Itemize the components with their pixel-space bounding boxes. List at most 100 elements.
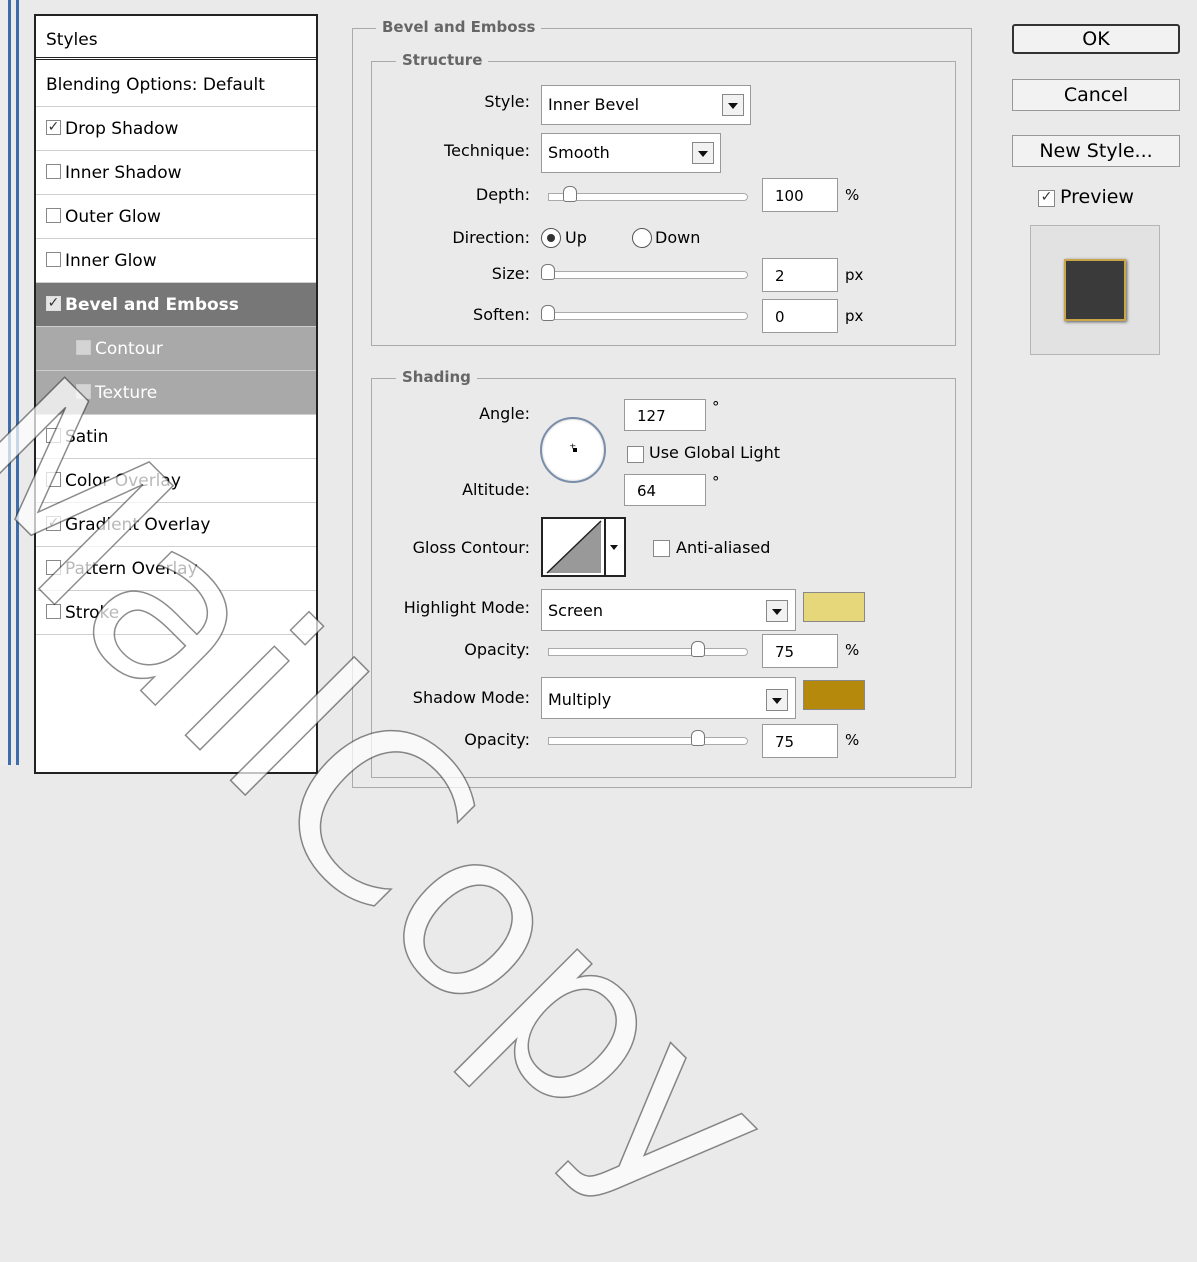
highlight-mode-label: Highlight Mode:: [403, 598, 530, 617]
angle-label: Angle:: [479, 404, 530, 423]
highlight-opacity-slider[interactable]: [548, 648, 748, 656]
style-item-color-overlay[interactable]: Color Overlay: [36, 459, 316, 503]
soften-label: Soften:: [473, 305, 530, 324]
style-preview-thumbnail: [1030, 225, 1160, 355]
style-item-label: Contour: [95, 339, 163, 359]
preview-checkbox[interactable]: ✓: [1038, 190, 1055, 207]
technique-label: Technique:: [444, 141, 530, 160]
highlight-mode-value: Screen: [548, 601, 604, 620]
style-item-drop-shadow[interactable]: ✓ Drop Shadow: [36, 107, 316, 151]
depth-slider-thumb[interactable]: [563, 186, 577, 202]
angle-unit: °: [712, 398, 720, 416]
style-label: Style:: [484, 92, 530, 111]
bevel-and-emboss-checkbox[interactable]: ✓: [46, 295, 61, 311]
window-edge-accent: [16, 0, 19, 765]
gradient-overlay-checkbox[interactable]: ✓: [46, 515, 61, 531]
altitude-label: Altitude:: [462, 480, 530, 499]
highlight-opacity-thumb[interactable]: [691, 641, 705, 657]
gloss-contour-picker[interactable]: [541, 517, 626, 577]
altitude-input[interactable]: 64: [624, 474, 706, 506]
depth-input[interactable]: 100: [762, 178, 838, 212]
direction-up-radio[interactable]: [541, 228, 561, 248]
depth-slider[interactable]: [548, 193, 748, 201]
cancel-button[interactable]: Cancel: [1012, 79, 1180, 111]
style-item-label: Outer Glow: [65, 207, 161, 227]
blending-options-label: Blending Options: Default: [46, 75, 265, 95]
highlight-opacity-input[interactable]: 75: [762, 634, 838, 668]
anti-aliased-checkbox[interactable]: [653, 540, 670, 557]
style-item-pattern-overlay[interactable]: Pattern Overlay: [36, 547, 316, 591]
soften-input[interactable]: 0: [762, 299, 838, 333]
size-slider[interactable]: [548, 271, 748, 279]
style-item-inner-glow[interactable]: Inner Glow: [36, 239, 316, 283]
styles-header[interactable]: Styles: [36, 16, 316, 60]
bevel-emboss-title: Bevel and Emboss: [376, 18, 542, 36]
shadow-opacity-unit: %: [845, 731, 860, 749]
use-global-light-label: Use Global Light: [649, 443, 781, 462]
contour-checkbox[interactable]: [76, 339, 91, 355]
satin-checkbox[interactable]: [46, 427, 61, 443]
blending-options-item[interactable]: Blending Options: Default: [36, 63, 316, 107]
angle-dial[interactable]: ⁺: [540, 417, 606, 483]
chevron-down-icon: [722, 94, 744, 116]
soften-unit: px: [845, 307, 864, 325]
soften-slider-thumb[interactable]: [541, 305, 555, 321]
highlight-mode-select[interactable]: Screen: [541, 589, 796, 631]
shadow-opacity-input[interactable]: 75: [762, 724, 838, 758]
style-item-label: Drop Shadow: [65, 119, 179, 139]
contour-preview-icon: [546, 519, 618, 575]
style-item-label: Pattern Overlay: [65, 559, 198, 579]
style-item-label: Bevel and Emboss: [65, 295, 239, 315]
pattern-overlay-checkbox[interactable]: [46, 559, 61, 575]
soften-slider[interactable]: [548, 312, 748, 320]
direction-up-label: Up: [565, 228, 587, 247]
new-style-button[interactable]: New Style...: [1012, 135, 1180, 167]
style-item-gradient-overlay[interactable]: ✓ Gradient Overlay: [36, 503, 316, 547]
direction-down-radio[interactable]: [632, 228, 652, 248]
chevron-down-icon: [766, 600, 788, 622]
style-item-label: Satin: [65, 427, 109, 447]
color-overlay-checkbox[interactable]: [46, 471, 61, 487]
style-item-contour[interactable]: Contour: [36, 327, 316, 371]
style-item-label: Color Overlay: [65, 471, 181, 491]
size-input[interactable]: 2: [762, 258, 838, 292]
size-unit: px: [845, 266, 864, 284]
chevron-down-icon: [766, 689, 788, 711]
gloss-contour-label: Gloss Contour:: [412, 538, 530, 557]
style-item-label: Gradient Overlay: [65, 515, 211, 535]
size-slider-thumb[interactable]: [541, 264, 555, 280]
preview-label: Preview: [1060, 186, 1134, 208]
texture-checkbox[interactable]: [76, 383, 91, 399]
style-item-label: Stroke: [65, 603, 120, 623]
style-item-texture[interactable]: Texture: [36, 371, 316, 415]
outer-glow-checkbox[interactable]: [46, 207, 61, 223]
technique-select[interactable]: Smooth: [541, 133, 721, 173]
shadow-opacity-thumb[interactable]: [691, 730, 705, 746]
shadow-color-swatch[interactable]: [803, 680, 865, 710]
size-label: Size:: [491, 264, 530, 283]
drop-shadow-checkbox[interactable]: ✓: [46, 119, 61, 135]
stroke-checkbox[interactable]: [46, 603, 61, 619]
shadow-opacity-slider[interactable]: [548, 737, 748, 745]
style-item-satin[interactable]: Satin: [36, 415, 316, 459]
ok-button[interactable]: OK: [1012, 24, 1180, 54]
inner-shadow-checkbox[interactable]: [46, 163, 61, 179]
technique-value: Smooth: [548, 143, 610, 162]
use-global-light-checkbox[interactable]: [627, 446, 644, 463]
shadow-mode-select[interactable]: Multiply: [541, 677, 796, 719]
chevron-down-icon: [692, 142, 714, 164]
bevel-style-select[interactable]: Inner Bevel: [541, 85, 751, 125]
inner-glow-checkbox[interactable]: [46, 251, 61, 267]
style-item-label: Inner Shadow: [65, 163, 182, 183]
style-item-inner-shadow[interactable]: Inner Shadow: [36, 151, 316, 195]
shadow-mode-value: Multiply: [548, 690, 612, 709]
style-item-bevel-and-emboss[interactable]: ✓ Bevel and Emboss: [36, 283, 316, 327]
depth-label: Depth:: [475, 185, 530, 204]
altitude-unit: °: [712, 473, 720, 491]
highlight-color-swatch[interactable]: [803, 592, 865, 622]
angle-input[interactable]: 127: [624, 399, 706, 431]
shading-title: Shading: [396, 368, 477, 386]
depth-unit: %: [845, 186, 860, 204]
style-item-stroke[interactable]: Stroke: [36, 591, 316, 635]
style-item-outer-glow[interactable]: Outer Glow: [36, 195, 316, 239]
